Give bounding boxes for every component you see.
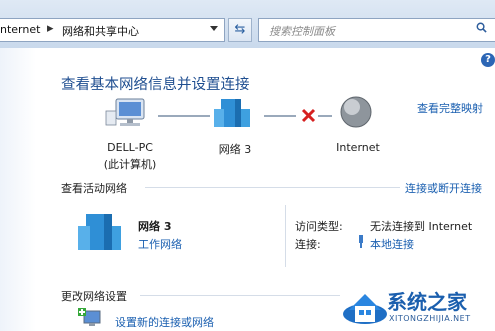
breadcrumb-separator-icon[interactable]: ▸ [47,21,54,36]
divider [285,205,286,267]
change-settings-heading: 更改网络设置 [61,290,127,303]
network-type-link[interactable]: 工作网络 [138,236,182,252]
connect-disconnect-link[interactable]: 连接或断开连接 [405,180,482,196]
active-network-name: 网络 3 [138,220,172,233]
divider [145,187,400,188]
watermark-house-icon [343,294,387,324]
breadcrumb-item-internet[interactable]: nternet [0,23,40,36]
active-networks-heading: 查看活动网络 [61,182,127,195]
watermark-logo: 系统之家 XITONGZHIJIA.NET [335,276,495,331]
network-icon [78,214,121,250]
access-type-value: 无法连接到 Internet [370,220,473,233]
refresh-icon: ⇆ [234,22,246,37]
breadcrumb-item-network-center[interactable]: 网络和共享中心 [62,23,139,39]
watermark-text: 系统之家 [387,290,467,314]
network-map [105,96,372,128]
computer-icon [105,98,145,126]
computer-name: DELL-PC [107,141,153,154]
computer-subtitle: (此计算机) [103,158,157,171]
error-x-icon [301,108,316,123]
divider [140,295,340,296]
search-icon[interactable] [476,22,487,33]
ethernet-icon [359,235,363,248]
network-icon [214,99,250,127]
full-map-link[interactable]: 查看完整映射 [417,100,483,116]
setup-connection-link[interactable]: 设置新的连接或网络 [115,314,214,330]
connection-label: 连接: [295,238,321,251]
local-connection-link[interactable]: 本地连接 [370,236,414,252]
address-bar[interactable]: nternet ▸ 网络和共享中心 [0,18,225,42]
internet-globe-icon [340,96,372,128]
page-title: 查看基本网络信息并设置连接 [61,77,250,93]
search-placeholder: 搜索控制面板 [269,25,335,38]
new-connection-icon [78,308,101,326]
address-toolbar: nternet ▸ 网络和共享中心 ⇆ 搜索控制面板 [0,0,495,48]
internet-label: Internet [336,141,380,154]
refresh-button[interactable]: ⇆ [228,18,252,42]
network-name-label: 网络 3 [218,143,252,156]
watermark-url: XITONGZHIJIA.NET [389,314,471,323]
chevron-down-icon[interactable] [210,26,218,31]
search-box[interactable]: 搜索控制面板 [258,18,495,42]
access-type-label: 访问类型: [295,220,343,233]
left-pane [0,48,36,331]
help-icon[interactable]: ? [481,53,495,67]
